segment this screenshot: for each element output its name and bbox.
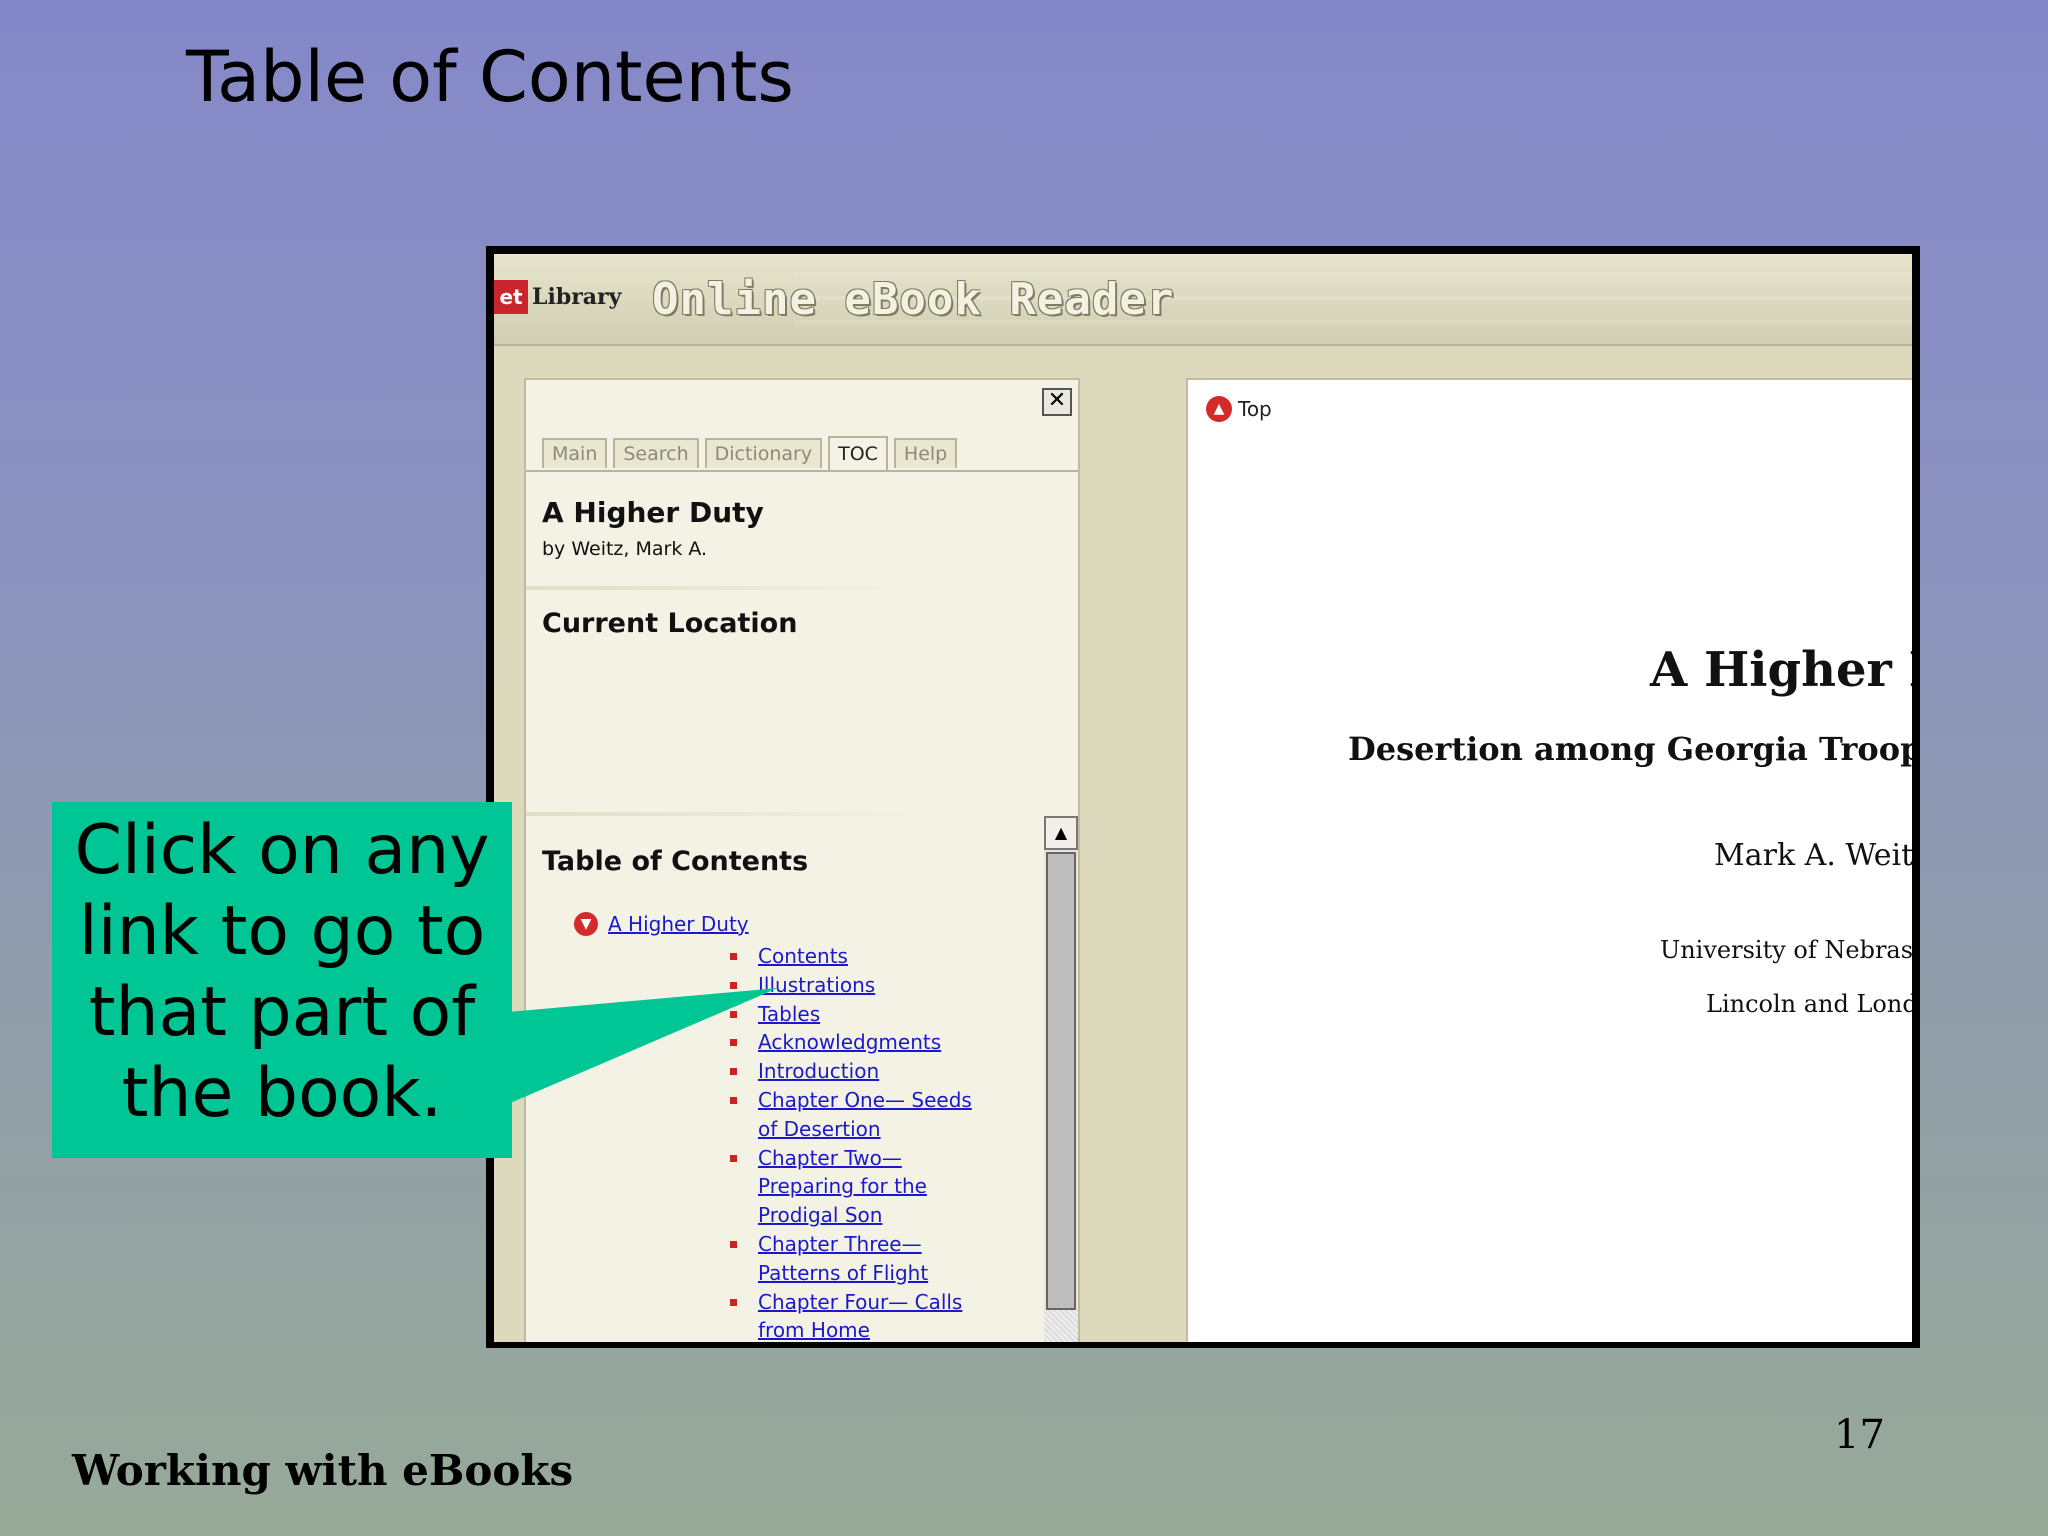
callout-text-line: the book.	[121, 1054, 443, 1133]
callout-text-line: that part of	[88, 973, 476, 1052]
page-number: 17	[1834, 1412, 1885, 1458]
callout-box: Click on any link to go to that part of the…	[52, 802, 512, 1158]
callout-text-line: link to go to	[78, 892, 486, 971]
callout-pointer	[508, 988, 778, 1104]
callout-text-line: Click on any	[74, 811, 490, 890]
slide-footer: Working with eBooks	[72, 1446, 574, 1495]
